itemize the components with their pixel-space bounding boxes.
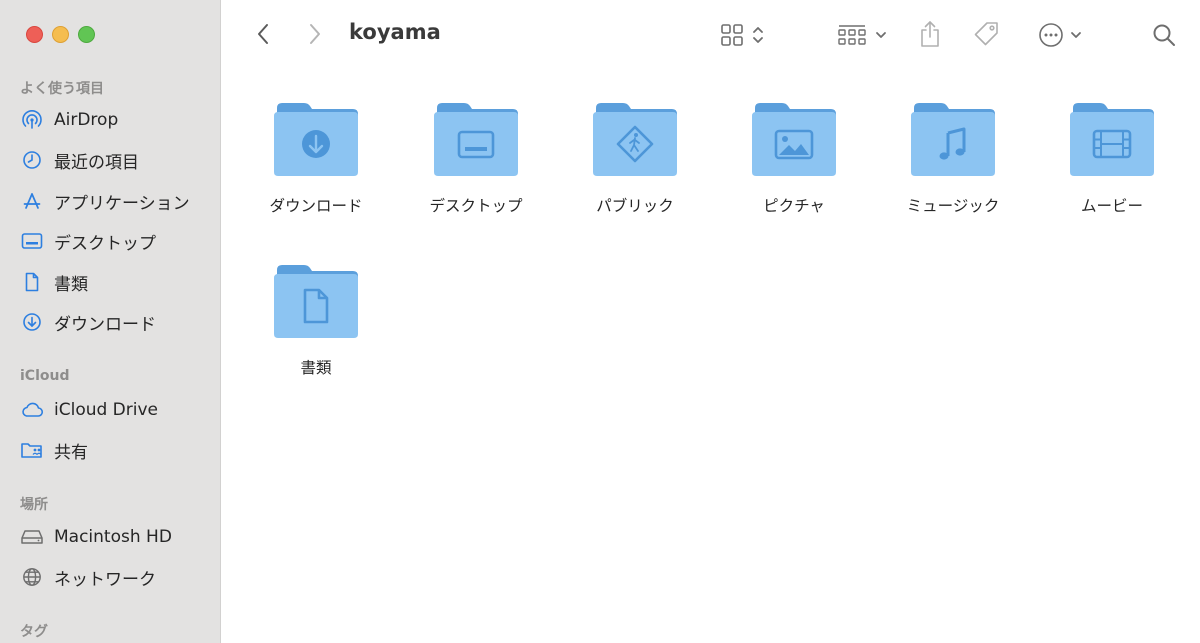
sidebar-item-network[interactable]: ネットワーク xyxy=(20,562,210,592)
disk-icon xyxy=(20,525,44,549)
window-title: koyama xyxy=(349,20,441,44)
sidebar-item-label: AirDrop xyxy=(54,110,119,130)
folder-label: ピクチャ xyxy=(763,197,825,215)
search-icon xyxy=(1153,24,1175,46)
desktop-folder-icon xyxy=(434,103,518,176)
folder-item-desktop[interactable]: デスクトップ xyxy=(406,100,546,216)
chevron-updown-icon xyxy=(753,27,763,43)
more-actions-button[interactable] xyxy=(1033,20,1087,50)
chevron-right-icon xyxy=(310,24,320,44)
sidebar: よく使う項目 AirDrop 最近の項目 アプリケーション デスクトップ 書類 … xyxy=(0,0,221,643)
sidebar-section-locations: 場所 xyxy=(20,497,48,513)
sidebar-item-label: Macintosh HD xyxy=(54,527,172,547)
folder-label: 書類 xyxy=(300,359,332,377)
pictures-folder-icon xyxy=(752,103,836,176)
tag-button[interactable] xyxy=(971,18,1003,50)
main-content: koyama ダウンロード デスクトップ パブリック ピクチャ ミュージック ム… xyxy=(221,0,1200,643)
desktop-icon xyxy=(20,229,44,253)
sidebar-item-desktop[interactable]: デスクトップ xyxy=(20,226,210,256)
folder-item-documents[interactable]: 書類 xyxy=(246,262,386,378)
cloud-icon xyxy=(20,398,44,422)
share-button[interactable] xyxy=(915,17,945,51)
document-icon xyxy=(20,270,44,294)
search-button[interactable] xyxy=(1149,20,1179,50)
sidebar-item-label: アプリケーション xyxy=(54,193,190,214)
group-button[interactable] xyxy=(833,20,891,50)
finder-window: よく使う項目 AirDrop 最近の項目 アプリケーション デスクトップ 書類 … xyxy=(0,0,1200,643)
download-folder-icon xyxy=(274,103,358,176)
ellipsis-circle-icon xyxy=(1039,23,1063,47)
tag-icon xyxy=(974,22,998,46)
sidebar-item-label: 最近の項目 xyxy=(54,152,139,173)
share-icon xyxy=(921,21,939,47)
sidebar-item-icloud-drive[interactable]: iCloud Drive xyxy=(20,395,210,425)
public-folder-icon xyxy=(593,103,677,176)
folder-label: ダウンロード xyxy=(269,197,363,215)
sidebar-item-recents[interactable]: 最近の項目 xyxy=(20,145,210,175)
movies-folder-icon xyxy=(1070,103,1154,176)
clock-icon xyxy=(20,148,44,172)
close-window-button[interactable] xyxy=(26,26,43,43)
chevron-down-icon xyxy=(1071,32,1081,38)
folder-item-downloads[interactable]: ダウンロード xyxy=(246,100,386,216)
airdrop-icon xyxy=(20,108,44,132)
sidebar-item-airdrop[interactable]: AirDrop xyxy=(20,105,210,135)
sidebar-item-downloads[interactable]: ダウンロード xyxy=(20,307,210,337)
sidebar-item-label: ダウンロード xyxy=(54,314,156,335)
sidebar-item-label: 書類 xyxy=(54,274,88,295)
shared-folder-icon xyxy=(20,438,44,462)
sidebar-item-label: デスクトップ xyxy=(54,233,156,254)
sidebar-section-tags: タグ xyxy=(20,624,48,640)
folder-label: パブリック xyxy=(596,197,674,215)
zoom-window-button[interactable] xyxy=(78,26,95,43)
documents-folder-icon xyxy=(274,265,358,338)
toolbar: koyama xyxy=(221,0,1200,70)
sidebar-item-label: ネットワーク xyxy=(54,569,156,590)
applications-icon xyxy=(20,189,44,213)
sidebar-item-label: iCloud Drive xyxy=(54,400,159,420)
download-icon xyxy=(20,310,44,334)
sidebar-item-shared[interactable]: 共有 xyxy=(20,435,210,465)
window-controls xyxy=(26,26,95,43)
music-folder-icon xyxy=(911,103,995,176)
folder-item-pictures[interactable]: ピクチャ xyxy=(724,100,864,216)
sidebar-item-label: 共有 xyxy=(54,442,88,463)
group-view-icon xyxy=(838,25,866,45)
minimize-window-button[interactable] xyxy=(52,26,69,43)
sidebar-item-documents[interactable]: 書類 xyxy=(20,267,210,297)
sidebar-item-macintosh-hd[interactable]: Macintosh HD xyxy=(20,522,210,552)
view-mode-button[interactable] xyxy=(716,20,768,50)
back-button[interactable] xyxy=(251,20,275,48)
sidebar-item-applications[interactable]: アプリケーション xyxy=(20,186,210,216)
folder-label: ミュージック xyxy=(906,197,1000,215)
folder-label: ムービー xyxy=(1080,197,1143,215)
chevron-left-icon xyxy=(258,24,268,44)
folder-item-public[interactable]: パブリック xyxy=(565,100,705,216)
chevron-down-icon xyxy=(876,32,886,38)
sidebar-section-favorites: よく使う項目 xyxy=(20,81,104,97)
sidebar-section-icloud: iCloud xyxy=(20,368,70,384)
folder-item-movies[interactable]: ムービー xyxy=(1042,100,1182,216)
forward-button[interactable] xyxy=(303,20,327,48)
folder-label: デスクトップ xyxy=(429,197,523,215)
folder-item-music[interactable]: ミュージック xyxy=(883,100,1023,216)
globe-icon xyxy=(20,565,44,589)
grid-view-icon xyxy=(721,24,743,46)
